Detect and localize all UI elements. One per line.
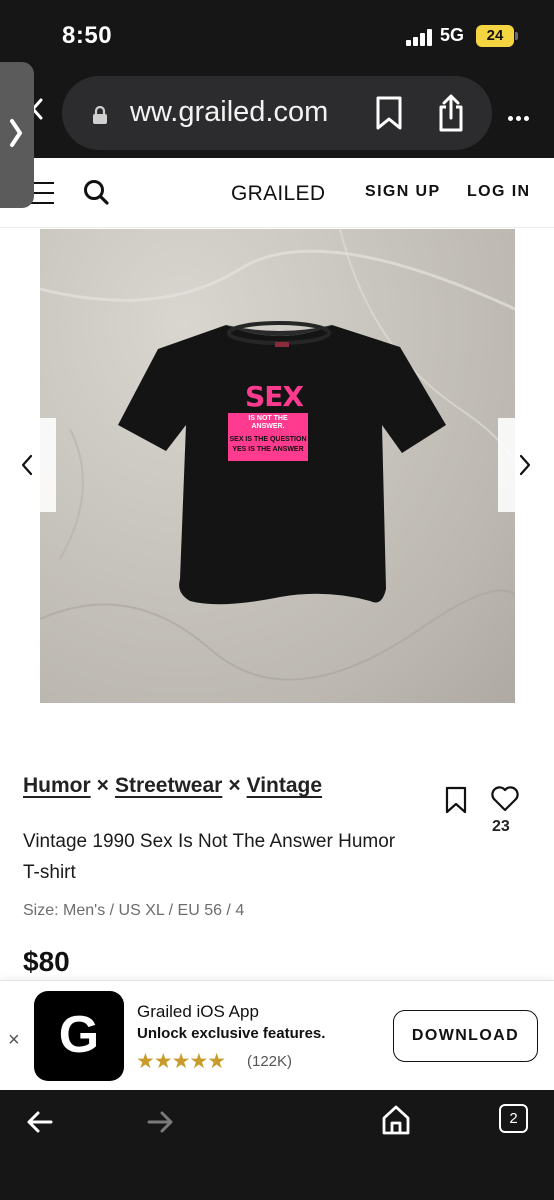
app-logo: G (34, 991, 124, 1081)
product-price: $80 (23, 946, 70, 977)
app-promo-banner: × G Grailed iOS App Unlock exclusive fea… (0, 980, 554, 1090)
review-count: (122K) (247, 1053, 293, 1070)
battery-icon: 24 (476, 25, 514, 47)
chevron-right-icon (519, 454, 531, 476)
product-title: Vintage 1990 Sex Is Not The Answer Humor… (23, 831, 396, 883)
side-panel-handle[interactable] (0, 62, 34, 208)
sign-up-link[interactable]: SIGN UP (365, 183, 441, 201)
carousel-prev-button[interactable] (0, 418, 56, 512)
carousel-next-button[interactable] (498, 418, 554, 512)
log-in-link[interactable]: LOG IN (467, 183, 531, 201)
brand-logo[interactable]: GRAILED (231, 182, 325, 206)
status-time: 8:50 (62, 22, 113, 49)
print-headline: SEX (245, 380, 304, 413)
product-size: Size: Men's / US XL / EU 56 / 4 (23, 902, 245, 919)
chevron-right-icon (10, 119, 22, 147)
designer-separator: × (96, 774, 109, 797)
app-logo-letter: G (58, 1006, 100, 1064)
download-button[interactable]: DOWNLOAD (393, 1010, 538, 1062)
lock-icon (93, 106, 107, 124)
forward-arrow-icon[interactable] (146, 1110, 174, 1134)
designer-link-vintage[interactable]: Vintage (247, 774, 322, 797)
battery-tip (515, 32, 518, 40)
bookmark-icon[interactable] (444, 786, 468, 814)
print-box: IS NOT THE ANSWER. SEX IS THE QUESTION Y… (228, 413, 308, 461)
close-icon[interactable]: × (8, 1029, 20, 1052)
site-header: GRAILED SIGN UP LOG IN (0, 158, 554, 228)
designer-link-streetwear[interactable]: Streetwear (115, 774, 222, 797)
cellular-signal-icon (406, 28, 434, 46)
bookmark-icon[interactable] (374, 95, 404, 131)
shirt-print: SEX (229, 383, 319, 411)
print-line: IS NOT THE (248, 415, 288, 422)
browser-chrome: 8:50 5G 24 ww.grailed.com (0, 0, 554, 158)
share-icon[interactable] (436, 93, 466, 133)
rating-stars-icon: ★★★★★ (136, 1050, 226, 1073)
search-icon[interactable] (82, 178, 110, 206)
back-arrow-icon[interactable] (26, 1110, 54, 1134)
tabs-icon[interactable]: 2 (499, 1104, 528, 1133)
chevron-left-icon (21, 454, 33, 476)
heart-icon[interactable] (490, 785, 520, 813)
tshirt-illustration (40, 229, 515, 681)
app-tagline: Unlock exclusive features. (137, 1025, 326, 1042)
browser-toolbar: 2 (0, 1090, 554, 1200)
url-text[interactable]: ww.grailed.com (130, 96, 328, 129)
print-line: YES IS THE ANSWER (232, 446, 304, 453)
address-bar[interactable]: ww.grailed.com (62, 76, 492, 150)
print-line: ANSWER. (251, 423, 285, 430)
designer-link-humor[interactable]: Humor (23, 774, 91, 797)
network-type: 5G (440, 25, 465, 45)
product-image[interactable]: SEX IS NOT THE ANSWER. SEX IS THE QUESTI… (40, 229, 515, 703)
designer-separator: × (228, 774, 241, 797)
home-icon[interactable] (381, 1104, 411, 1136)
designer-list: Humor × Streetwear × Vintage (23, 774, 322, 798)
more-icon[interactable] (508, 108, 532, 126)
like-count: 23 (492, 818, 510, 835)
app-name: Grailed iOS App (137, 1002, 259, 1021)
print-line: SEX IS THE QUESTION (229, 436, 307, 443)
